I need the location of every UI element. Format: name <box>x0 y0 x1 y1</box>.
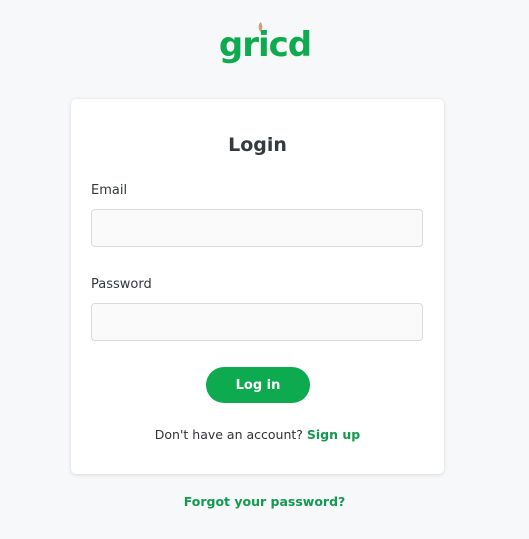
password-label: Password <box>91 277 152 292</box>
signup-prompt-line: Don't have an account? Sign up <box>71 427 444 442</box>
gricd-logo-icon: gricd <box>220 22 310 65</box>
email-field[interactable] <box>91 209 423 247</box>
login-title: Login <box>228 134 287 156</box>
forgot-password-link[interactable]: Forgot your password? <box>0 494 529 509</box>
login-button[interactable]: Log in <box>206 367 310 403</box>
password-field[interactable] <box>91 303 423 341</box>
signup-link[interactable]: Sign up <box>307 427 360 442</box>
login-card: Login Email Password Log in Don't have a… <box>71 99 444 474</box>
brand-logo: gricd <box>0 20 529 72</box>
logo-wordmark: gricd <box>220 25 310 65</box>
email-label: Email <box>91 183 128 198</box>
signup-prompt-text: Don't have an account? <box>154 427 303 442</box>
